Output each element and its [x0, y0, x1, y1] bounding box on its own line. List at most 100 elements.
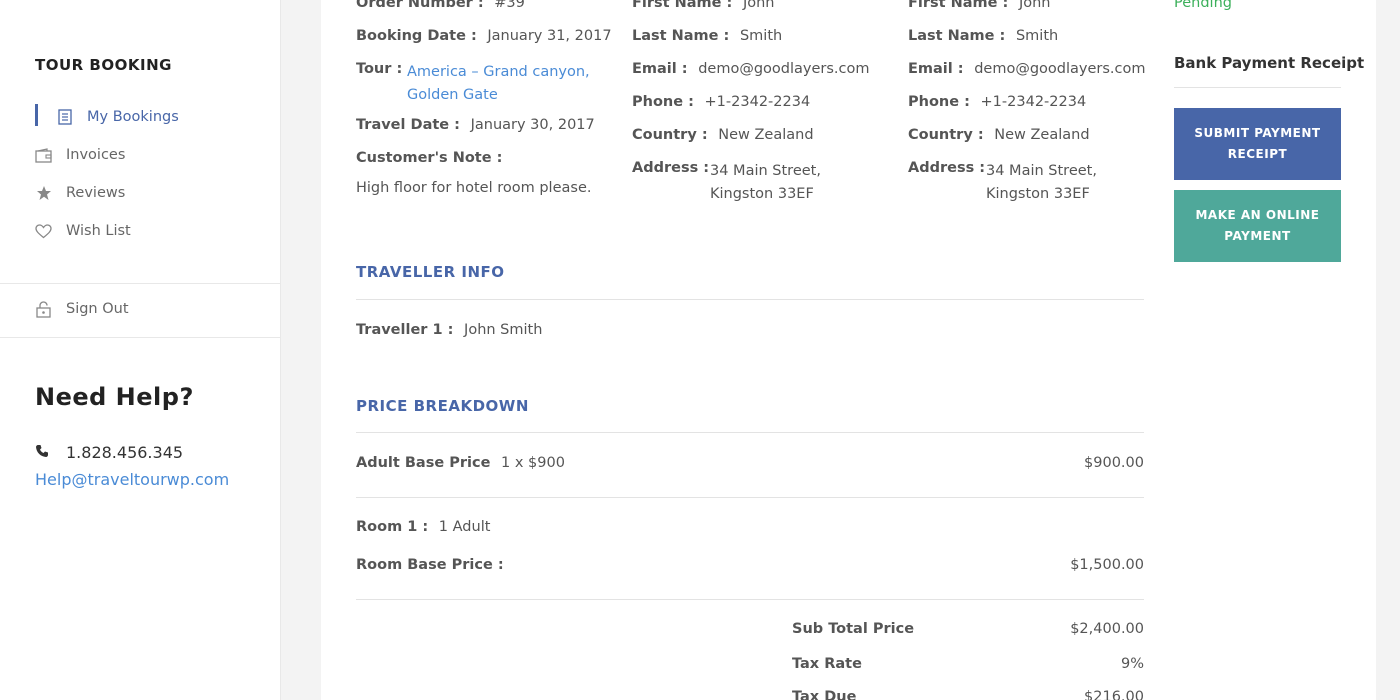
room-base-price-label: Room Base Price :: [356, 557, 504, 573]
billing-last-name-row: Last Name : Smith: [908, 28, 1058, 44]
sidebar-item-my-bookings[interactable]: My Bookings: [35, 104, 179, 128]
tax-rate-label: Tax Rate: [792, 656, 862, 672]
billing-first-name-value: John: [1018, 0, 1051, 11]
divider: [356, 299, 1144, 300]
subtotal-value: $2,400.00: [1070, 621, 1144, 637]
sidebar-item-label: Reviews: [66, 185, 126, 201]
billing-address-line1: 34 Main Street,: [986, 163, 1097, 179]
billing-phone-label: Phone :: [908, 94, 970, 110]
sidebar-item-wish-list[interactable]: Wish List: [35, 220, 131, 242]
billing-last-name-label: Last Name :: [908, 28, 1006, 44]
order-number-value: #39: [494, 0, 525, 11]
billing-phone-row: Phone : +1-2342-2234: [908, 94, 1086, 110]
contact-last-name-row: Last Name : Smith: [632, 28, 782, 44]
help-email-link[interactable]: Help@traveltourwp.com: [35, 470, 229, 489]
divider: [356, 432, 1144, 433]
sidebar-divider: [0, 337, 281, 338]
contact-phone-value: +1-2342-2234: [704, 94, 811, 110]
sidebar-item-label: Invoices: [66, 147, 126, 163]
document-icon: [56, 109, 73, 126]
tour-link[interactable]: America – Grand canyon, Golden Gate: [407, 61, 590, 107]
billing-address-line2: Kingston 33EF: [986, 186, 1090, 202]
adult-base-price-row: Adult Base Price 1 x $900: [356, 455, 565, 471]
sidebar-item-label: Wish List: [66, 223, 131, 239]
divider: [356, 497, 1144, 498]
billing-email-row: Email : demo@goodlayers.com: [908, 61, 1145, 77]
payment-status-badge: Pending: [1174, 0, 1232, 11]
tour-name-line1: America – Grand canyon,: [407, 64, 590, 80]
customer-note-label-row: Customer's Note :: [356, 150, 508, 166]
contact-country-label: Country :: [632, 127, 708, 143]
tour-name-line2: Golden Gate: [407, 87, 498, 103]
help-phone: 1.828.456.345: [35, 443, 183, 462]
billing-address-value: 34 Main Street, Kingston 33EF: [986, 160, 1097, 206]
tax-due-label: Tax Due: [792, 689, 857, 700]
adult-base-price-label: Adult Base Price: [356, 455, 491, 471]
billing-first-name-row: First Name : John: [908, 0, 1051, 11]
billing-first-name-label: First Name :: [908, 0, 1009, 11]
sign-out-label: Sign Out: [66, 301, 129, 317]
billing-country-row: Country : New Zealand: [908, 127, 1090, 143]
contact-last-name-label: Last Name :: [632, 28, 730, 44]
sidebar-item-invoices[interactable]: Invoices: [35, 144, 125, 166]
order-number-label: Order Number :: [356, 0, 484, 11]
subtotal-row: Sub Total Price: [792, 621, 920, 637]
booking-detail-panel: Order Number : #39 Booking Date : Januar…: [321, 0, 1376, 700]
customer-note-value: High floor for hotel room please.: [356, 180, 592, 196]
billing-address-row: Address :: [908, 160, 991, 176]
room-base-price-row: Room Base Price :: [356, 557, 510, 573]
contact-country-row: Country : New Zealand: [632, 127, 814, 143]
make-online-payment-button[interactable]: MAKE AN ONLINE PAYMENT: [1174, 190, 1341, 262]
billing-last-name-value: Smith: [1015, 28, 1059, 44]
wallet-icon: [35, 147, 52, 164]
tax-rate-row: Tax Rate: [792, 656, 868, 672]
room-base-price-total: $1,500.00: [1070, 557, 1144, 573]
tax-rate-value: 9%: [1120, 656, 1144, 672]
room-value: 1 Adult: [438, 519, 491, 535]
sidebar-item-reviews[interactable]: Reviews: [35, 182, 125, 204]
sidebar-title: TOUR BOOKING: [35, 56, 172, 74]
contact-address-line1: 34 Main Street,: [710, 163, 821, 179]
sidebar-item-label: My Bookings: [87, 109, 179, 125]
travel-date-row: Travel Date : January 30, 2017: [356, 117, 595, 133]
contact-first-name-label: First Name :: [632, 0, 733, 11]
divider: [1174, 87, 1341, 88]
sidebar: TOUR BOOKING My Bookings Invoices Review…: [0, 0, 281, 700]
traveller-row: Traveller 1 : John Smith: [356, 322, 542, 338]
tax-due-row: Tax Due: [792, 689, 862, 700]
sign-out-button[interactable]: Sign Out: [35, 298, 129, 320]
billing-email-value: demo@goodlayers.com: [974, 61, 1146, 77]
adult-base-price-total: $900.00: [1084, 455, 1144, 471]
price-breakdown-title: PRICE BREAKDOWN: [356, 397, 529, 415]
order-number-row: Order Number : #39: [356, 0, 525, 11]
subtotal-label: Sub Total Price: [792, 621, 915, 637]
tour-row: Tour :: [356, 61, 408, 77]
contact-phone-label: Phone :: [632, 94, 694, 110]
phone-icon: [35, 443, 51, 462]
contact-email-label: Email :: [632, 61, 688, 77]
contact-first-name-value: John: [742, 0, 775, 11]
contact-address-label: Address :: [632, 160, 710, 176]
customer-note-label: Customer's Note :: [356, 150, 503, 166]
room-label: Room 1 :: [356, 519, 429, 535]
contact-email-row: Email : demo@goodlayers.com: [632, 61, 869, 77]
booking-date-value: January 31, 2017: [487, 28, 612, 44]
travel-date-value: January 30, 2017: [470, 117, 595, 133]
heart-icon: [35, 223, 52, 240]
submit-payment-receipt-button[interactable]: SUBMIT PAYMENT RECEIPT: [1174, 108, 1341, 180]
booking-date-label: Booking Date :: [356, 28, 477, 44]
traveller-name: John Smith: [464, 322, 543, 338]
booking-date-row: Booking Date : January 31, 2017: [356, 28, 612, 44]
room-row: Room 1 : 1 Adult: [356, 519, 490, 535]
help-phone-number: 1.828.456.345: [66, 443, 184, 462]
billing-country-label: Country :: [908, 127, 984, 143]
traveller-info-title: TRAVELLER INFO: [356, 263, 505, 281]
divider: [356, 599, 1144, 600]
lock-icon: [35, 300, 52, 318]
adult-base-price-qty: 1 x $900: [501, 455, 565, 471]
billing-country-value: New Zealand: [994, 127, 1090, 143]
contact-first-name-row: First Name : John: [632, 0, 775, 11]
bank-payment-receipt-title: Bank Payment Receipt: [1174, 54, 1365, 72]
contact-last-name-value: Smith: [739, 28, 783, 44]
sidebar-divider: [0, 283, 281, 284]
